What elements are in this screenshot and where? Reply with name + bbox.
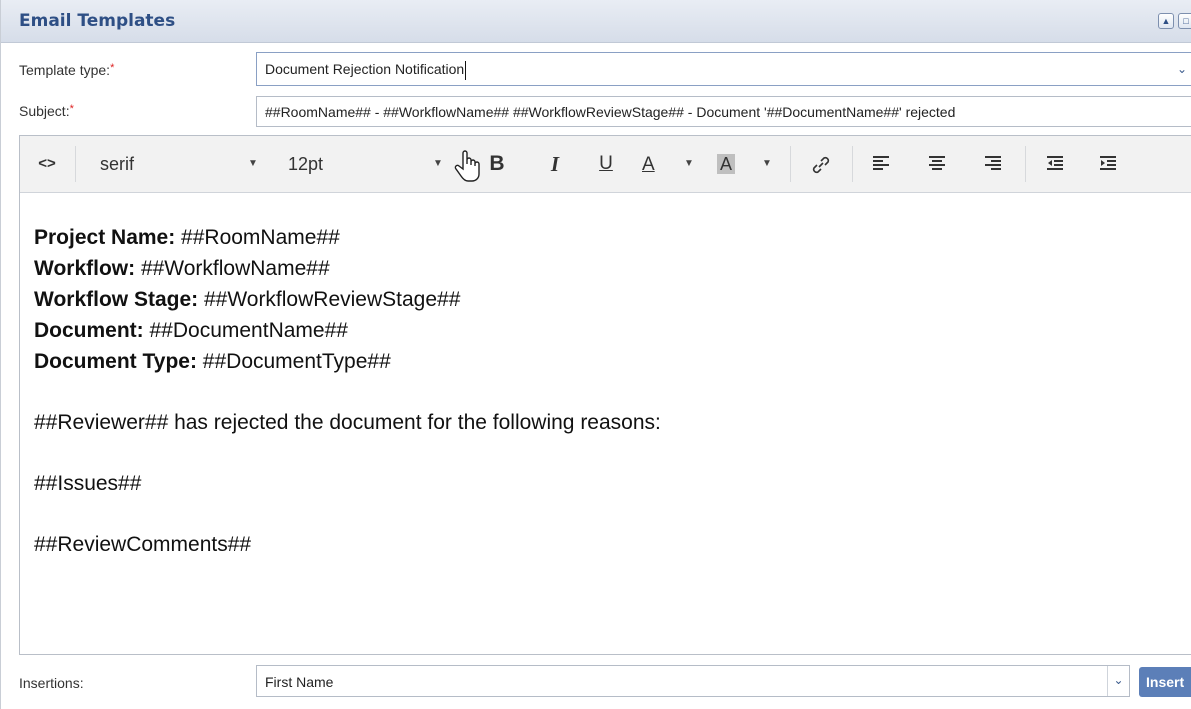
chevron-down-icon[interactable]: ⌄ (1173, 53, 1191, 85)
field-label: Workflow Stage: (34, 288, 199, 311)
align-center-icon[interactable] (922, 148, 952, 180)
restore-icon[interactable]: □ (1178, 13, 1191, 29)
field-line-project: Project Name: ##RoomName## (34, 222, 661, 253)
chevron-down-icon: ▼ (684, 158, 694, 169)
insertions-selected-value: First Name (265, 674, 334, 690)
toolbar-separator (1025, 146, 1026, 182)
subject-label-text: Subject: (19, 103, 70, 119)
field-label: Project Name: (34, 226, 176, 249)
field-value: ##RoomName## (175, 226, 340, 249)
subject-label: Subject:* (19, 103, 74, 119)
chevron-down-icon: ▼ (433, 158, 443, 169)
toolbar-separator (75, 146, 76, 182)
text-caret (465, 61, 467, 80)
link-icon[interactable] (806, 148, 836, 180)
field-line-document: Document: ##DocumentName## (34, 315, 661, 346)
field-value: ##DocumentType## (196, 350, 391, 373)
outdent-icon[interactable] (1040, 148, 1070, 180)
reason-line: ##Reviewer## has rejected the document f… (34, 411, 661, 434)
field-line-document-type: Document Type: ##DocumentType## (34, 346, 661, 377)
panel-header: Email Templates ▲ □ (1, 0, 1191, 43)
field-value: ##DocumentName## (143, 319, 348, 342)
font-family-value: serif (100, 154, 135, 174)
field-label: Document Type: (34, 350, 197, 373)
hand-cursor-icon (452, 142, 482, 182)
field-label: Document: (34, 319, 144, 342)
align-left-icon[interactable] (866, 148, 896, 180)
template-type-label: Template type:* (19, 62, 114, 78)
required-marker: * (110, 62, 115, 74)
indent-icon[interactable] (1093, 148, 1123, 180)
field-label: Workflow: (34, 257, 136, 280)
required-marker: * (69, 103, 74, 115)
template-type-value: Document Rejection Notification (265, 61, 465, 78)
field-line-workflow-stage: Workflow Stage: ##WorkflowReviewStage## (34, 284, 661, 315)
chevron-down-icon: ▼ (762, 158, 772, 169)
field-value: ##WorkflowReviewStage## (198, 288, 461, 311)
template-type-select[interactable]: Document Rejection Notification ⌄ (256, 52, 1191, 86)
chevron-down-icon: ▼ (248, 158, 258, 169)
field-line-workflow: Workflow: ##WorkflowName## (34, 253, 661, 284)
text-color-icon: A (642, 154, 655, 175)
text-color-button[interactable]: A ▼ (642, 148, 694, 180)
email-templates-panel: Email Templates ▲ □ Template type:* Docu… (0, 0, 1191, 709)
font-family-select[interactable]: serif ▼ (100, 148, 265, 180)
highlight-color-icon: A (717, 154, 736, 174)
font-size-select[interactable]: 12pt ▼ (288, 148, 458, 180)
bold-icon[interactable]: B (482, 148, 512, 180)
toolbar-separator (852, 146, 853, 182)
insertions-select[interactable]: First Name ⌄ (256, 665, 1130, 697)
rich-text-editor: <> serif ▼ 12pt ▼ B I U A ▼ A ▼ Project … (19, 135, 1191, 655)
source-code-icon[interactable]: <> (34, 148, 60, 180)
field-value: ##WorkflowName## (135, 257, 330, 280)
issues-line: ##Issues## (34, 472, 142, 495)
editor-content[interactable]: Project Name: ##RoomName## Workflow: ##W… (34, 222, 661, 560)
underline-icon[interactable]: U (591, 148, 621, 180)
collapse-icon[interactable]: ▲ (1158, 13, 1174, 29)
chevron-down-icon[interactable]: ⌄ (1107, 666, 1129, 696)
comments-line: ##ReviewComments## (34, 533, 252, 556)
align-right-icon[interactable] (978, 148, 1008, 180)
subject-input[interactable]: ##RoomName## - ##WorkflowName## ##Workfl… (256, 96, 1191, 127)
toolbar-separator (790, 146, 791, 182)
editor-toolbar: <> serif ▼ 12pt ▼ B I U A ▼ A ▼ (20, 136, 1191, 193)
insertions-label: Insertions: (19, 675, 84, 691)
template-type-label-text: Template type: (19, 62, 111, 78)
font-size-value: 12pt (288, 154, 324, 174)
italic-icon[interactable]: I (540, 148, 570, 180)
insert-button[interactable]: Insert (1139, 667, 1191, 697)
highlight-color-button[interactable]: A ▼ (717, 148, 772, 180)
panel-title: Email Templates (19, 11, 176, 31)
